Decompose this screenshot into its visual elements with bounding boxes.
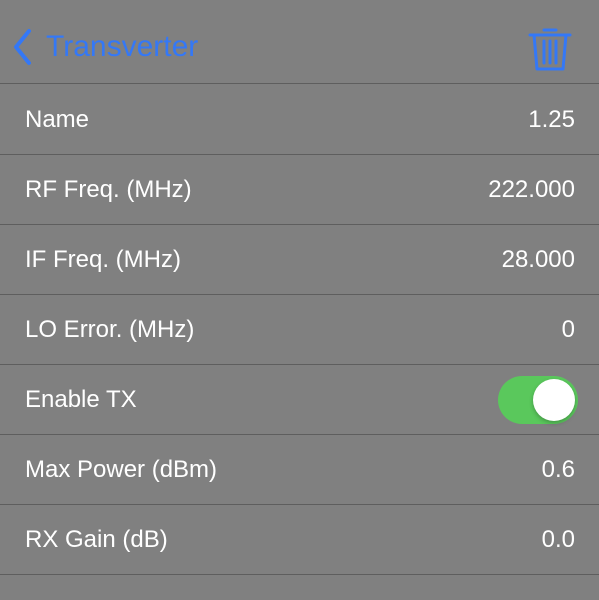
navigation-bar: Transverter: [0, 0, 599, 84]
rx-gain-value[interactable]: 0.0: [542, 527, 575, 552]
back-button[interactable]: Transverter: [12, 24, 198, 70]
rf-freq-label: RF Freq. (MHz): [25, 175, 192, 203]
settings-list: Name 1.25 RF Freq. (MHz) 222.000 IF Freq…: [0, 85, 599, 575]
page-title: Transverter: [46, 30, 199, 63]
name-value[interactable]: 1.25: [528, 107, 575, 132]
rx-gain-row[interactable]: RX Gain (dB) 0.0: [0, 505, 599, 575]
rx-gain-label: RX Gain (dB): [25, 525, 168, 553]
max-power-label: Max Power (dBm): [25, 455, 218, 483]
if-freq-value[interactable]: 28.000: [502, 247, 575, 272]
max-power-row[interactable]: Max Power (dBm) 0.6: [0, 435, 599, 505]
lo-error-label: LO Error. (MHz): [25, 315, 195, 343]
enable-tx-toggle[interactable]: [498, 375, 578, 424]
rf-freq-row[interactable]: RF Freq. (MHz) 222.000: [0, 155, 599, 225]
chevron-left-icon: [12, 28, 32, 66]
max-power-value[interactable]: 0.6: [542, 457, 575, 482]
toggle-knob: [533, 378, 575, 421]
name-label: Name: [25, 105, 90, 133]
name-row[interactable]: Name 1.25: [0, 85, 599, 155]
enable-tx-label: Enable TX: [25, 385, 137, 413]
rf-freq-value[interactable]: 222.000: [488, 177, 575, 202]
if-freq-label: IF Freq. (MHz): [25, 245, 181, 273]
if-freq-row[interactable]: IF Freq. (MHz) 28.000: [0, 225, 599, 295]
lo-error-row[interactable]: LO Error. (MHz) 0: [0, 295, 599, 365]
enable-tx-row: Enable TX: [0, 365, 599, 435]
delete-button[interactable]: [526, 24, 574, 72]
trash-icon: [526, 28, 574, 76]
lo-error-value[interactable]: 0: [562, 317, 575, 342]
